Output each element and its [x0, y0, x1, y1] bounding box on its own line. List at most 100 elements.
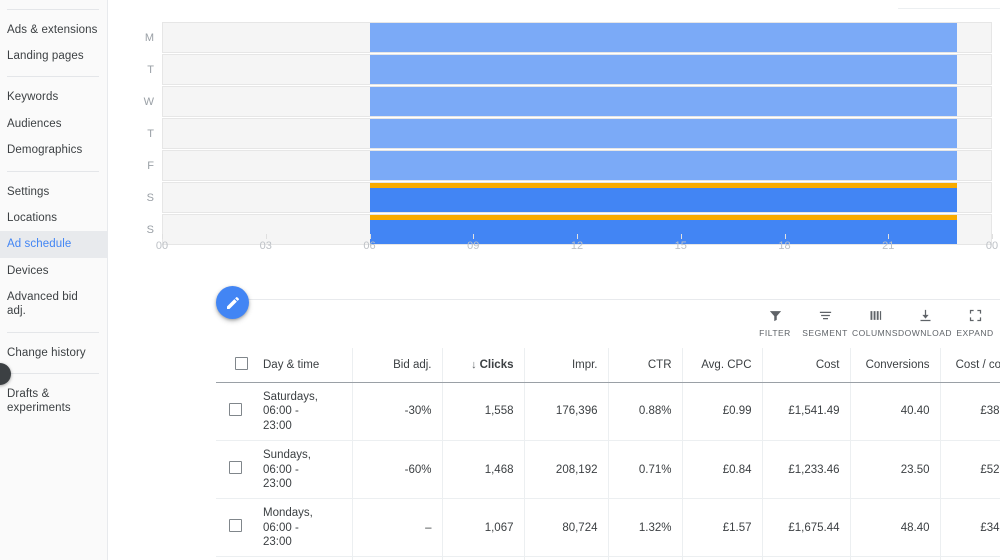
cell-impr: 208,192: [524, 440, 609, 500]
cell-clicks: 1,067: [442, 498, 525, 558]
chart-bar: [370, 55, 957, 84]
cell-avg-cpc: £0.84: [682, 440, 763, 500]
column-header-ctr[interactable]: CTR: [608, 348, 683, 383]
sidebar-item-settings[interactable]: Settings: [0, 179, 107, 205]
cell-daytime: Saturdays, 06:00 -23:00: [254, 382, 353, 442]
column-header-cost[interactable]: Cost: [762, 348, 851, 383]
x-axis-tick-label: 00: [155, 240, 169, 252]
column-header-label: Day & time: [263, 359, 320, 371]
cell-daytime: Mondays, 06:00 - 23:00: [254, 498, 353, 558]
cell-impr: 80,724: [524, 498, 609, 558]
x-axis-tick-label: 12: [570, 240, 584, 252]
x-axis-tickmark: [992, 234, 993, 239]
sidebar-item-change-history[interactable]: Change history: [0, 340, 107, 366]
day-time-line2: 23:00: [263, 477, 292, 490]
pencil-icon: [225, 295, 241, 311]
sidebar-item-demographics[interactable]: Demographics: [0, 137, 107, 163]
sidebar-item-landing-pages[interactable]: Landing pages: [0, 43, 107, 69]
columns-button[interactable]: COLUMNS: [850, 303, 900, 338]
column-header-label: Avg. CPC: [701, 359, 752, 371]
column-header-label: Conversions: [865, 359, 930, 371]
chart-row-label: T: [147, 63, 154, 76]
sidebar-item-devices[interactable]: Devices: [0, 258, 107, 284]
cell-cost: £1,541.49: [762, 382, 851, 442]
row-checkbox[interactable]: [229, 402, 242, 416]
day-time-line2: 23:00: [263, 536, 292, 548]
chart-bar: [370, 183, 957, 212]
row-checkbox[interactable]: [229, 519, 242, 533]
column-header-avg-cpc[interactable]: Avg. CPC: [682, 348, 763, 383]
bid-adjustment-stripe: [370, 183, 957, 188]
x-axis-tick-label: 15: [674, 240, 687, 252]
sidebar-divider: [7, 76, 99, 78]
main-content: M T W T F S S 00 03 06 09 12 15 18 21 00 FILTER SEGMENT…: [108, 0, 1000, 560]
cell-bid-adj: -60%: [352, 440, 443, 500]
filter-button[interactable]: FILTER: [750, 303, 800, 338]
chart-row-wednesdays[interactable]: W: [140, 86, 992, 117]
segment-button[interactable]: SEGMENT: [800, 303, 850, 338]
sidebar-item-audiences[interactable]: Audiences: [0, 111, 107, 137]
cell-conversions: 23.50: [850, 440, 941, 500]
table-toolbar: FILTER SEGMENT COLUMNS DOWNLOAD EXPAND: [750, 303, 1000, 347]
data-table-wrapper[interactable]: Day & time Bid adj. ↓ Clicks Impr. CTR Avg. CP…: [216, 348, 1000, 560]
chart-row-fridays[interactable]: F: [140, 150, 992, 181]
row-select-cell: [216, 382, 254, 442]
chart-row-tuesdays[interactable]: T: [140, 54, 992, 85]
chart-row-track: [162, 182, 992, 213]
edit-schedule-fab[interactable]: [216, 286, 249, 319]
sidebar-item-ad-schedule[interactable]: Ad schedule: [0, 231, 107, 258]
ad-schedule-page: Ads & extensions Landing pages Keywords Aud…: [0, 0, 1000, 560]
row-checkbox[interactable]: [229, 461, 242, 474]
column-header-impr[interactable]: Impr.: [524, 348, 609, 383]
x-axis-tick-label: 03: [259, 240, 272, 252]
row-select-cell: [216, 498, 254, 558]
sidebar-item-ads-extensions[interactable]: Ads & extensions: [0, 17, 107, 43]
table-head: Day & time Bid adj. ↓ Clicks Impr. CTR Avg. CP…: [216, 348, 1000, 383]
column-header-daytime[interactable]: Day & time: [254, 348, 353, 383]
chart-row-mondays[interactable]: M: [140, 22, 992, 53]
table-top-divider: [248, 299, 1000, 300]
chart-row-track: [162, 22, 992, 53]
column-header-label: Cost: [815, 359, 840, 371]
cell-cost: £1,675.44: [762, 498, 851, 558]
chart-row-track: [162, 118, 992, 149]
column-header-label: CTR: [647, 359, 672, 371]
chart-bar: [370, 119, 957, 148]
x-axis-tick-label: 00: [985, 240, 999, 252]
cell-cost-conv: £34.59: [940, 498, 1000, 558]
column-header-clicks[interactable]: ↓ Clicks: [442, 348, 525, 383]
cell-clicks: 1,468: [442, 440, 525, 500]
table-body: Saturdays, 06:00 -23:00 -30% 1,558 176,396 0…: [216, 382, 1000, 560]
column-header-bid-adj[interactable]: Bid adj.: [352, 348, 443, 383]
day-time-line1: Mondays, 06:00 -: [263, 507, 313, 534]
chart-row-thursdays[interactable]: T: [140, 118, 992, 149]
toolbar-button-label: EXPAND: [956, 328, 994, 338]
sidebar-item-drafts-experiments[interactable]: Drafts & experiments: [0, 381, 107, 421]
chart-x-axis: 00 03 06 09 12 15 18 21 00: [156, 234, 998, 266]
cell-cost-conv: £38.16: [940, 382, 1000, 442]
table-row[interactable]: Sundays, 06:00 -23:00 -60% 1,468 208,192 0.7…: [216, 440, 1000, 500]
table-row[interactable]: Saturdays, 06:00 -23:00 -30% 1,558 176,396 0…: [216, 382, 1000, 442]
column-header-conversions[interactable]: Conversions: [850, 348, 941, 383]
download-button[interactable]: DOWNLOAD: [898, 303, 952, 338]
x-axis-tickmark: [162, 234, 163, 239]
sidebar-item-locations[interactable]: Locations: [0, 205, 107, 231]
cell-cost-conv: £52.49: [940, 440, 1000, 500]
segment-icon: [818, 307, 833, 324]
x-axis-tickmark: [577, 234, 578, 239]
table-header-row: Day & time Bid adj. ↓ Clicks Impr. CTR Avg. CP…: [216, 348, 1000, 383]
sidebar-item-advanced-bid-adj[interactable]: Advanced bid adj.: [0, 284, 107, 325]
sidebar: Ads & extensions Landing pages Keywords Aud…: [0, 0, 108, 560]
chart-bar: [370, 23, 957, 52]
sidebar-item-keywords[interactable]: Keywords: [0, 84, 107, 110]
cell-bid-adj: –: [352, 498, 443, 558]
chart-row-saturdays[interactable]: S: [140, 182, 992, 213]
select-all-checkbox[interactable]: [235, 357, 248, 370]
x-axis-tick-label: 21: [882, 240, 895, 252]
column-header-cost-conv[interactable]: Cost / conv.: [940, 348, 1000, 383]
expand-icon: [968, 307, 983, 324]
toolbar-button-label: COLUMNS: [851, 328, 898, 338]
expand-button[interactable]: EXPAND: [950, 303, 1000, 338]
table-row[interactable]: Mondays, 06:00 -23:00–1,067 80,724 1.32% £1…: [216, 498, 1000, 558]
x-axis-tick-label: 18: [778, 240, 791, 252]
